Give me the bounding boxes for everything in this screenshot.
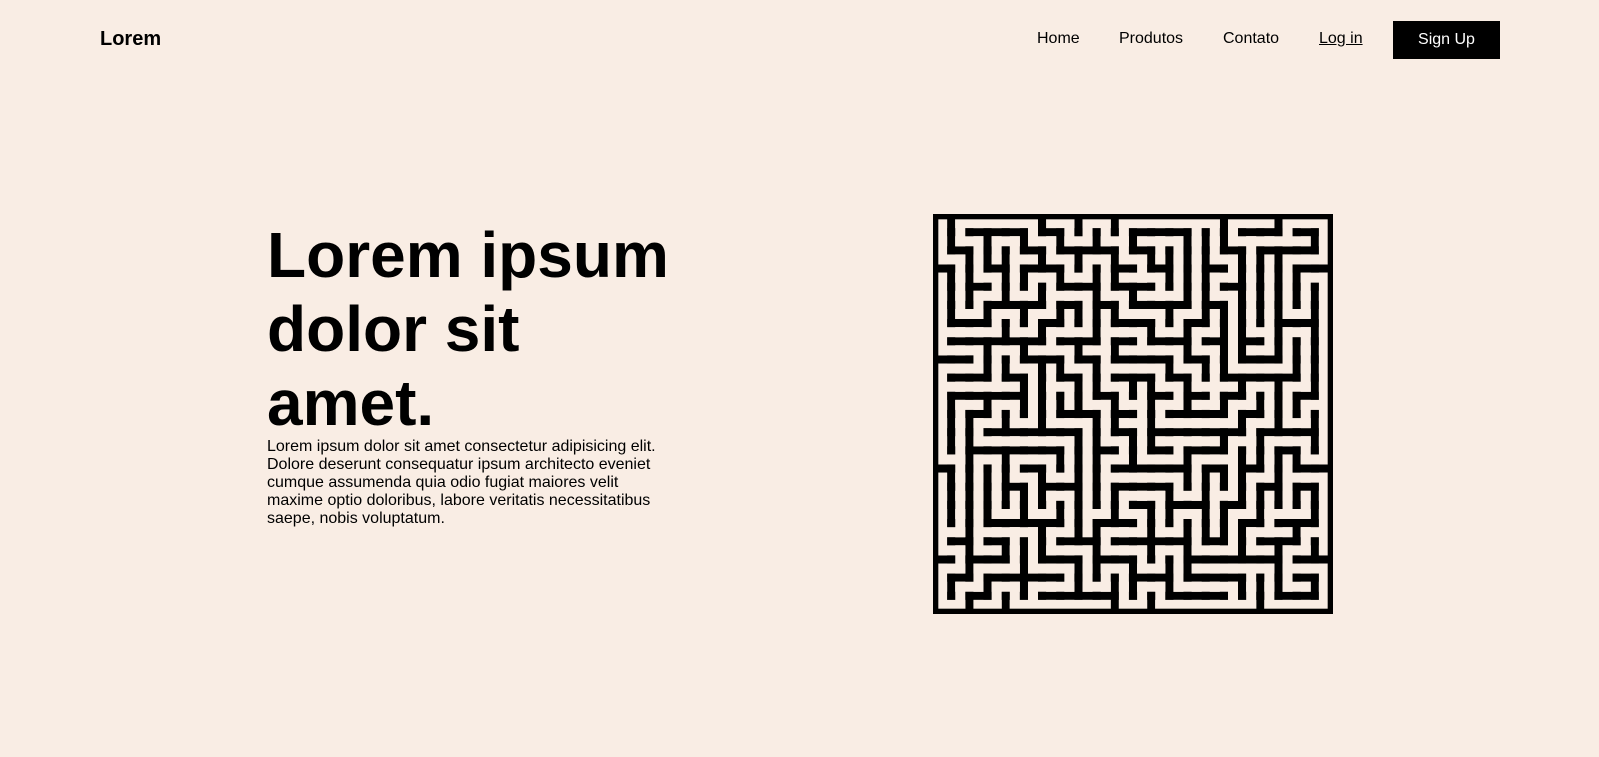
sign-up-button[interactable]: Sign Up	[1393, 21, 1500, 59]
nav-home-link[interactable]: Home	[1037, 29, 1080, 49]
nav-produtos-link[interactable]: Produtos	[1119, 29, 1183, 49]
maze-illustration	[933, 214, 1333, 614]
login-link[interactable]: Log in	[1319, 29, 1363, 49]
hero-title: Lorem ipsum dolor sit amet.	[267, 219, 669, 439]
brand-logo[interactable]: Lorem	[100, 27, 161, 51]
hero-description: Lorem ipsum dolor sit amet consectetur a…	[267, 438, 656, 527]
nav-contato-link[interactable]: Contato	[1223, 29, 1279, 49]
top-navigation: Lorem Home Produtos Contato Log in Sign …	[0, 0, 1599, 80]
